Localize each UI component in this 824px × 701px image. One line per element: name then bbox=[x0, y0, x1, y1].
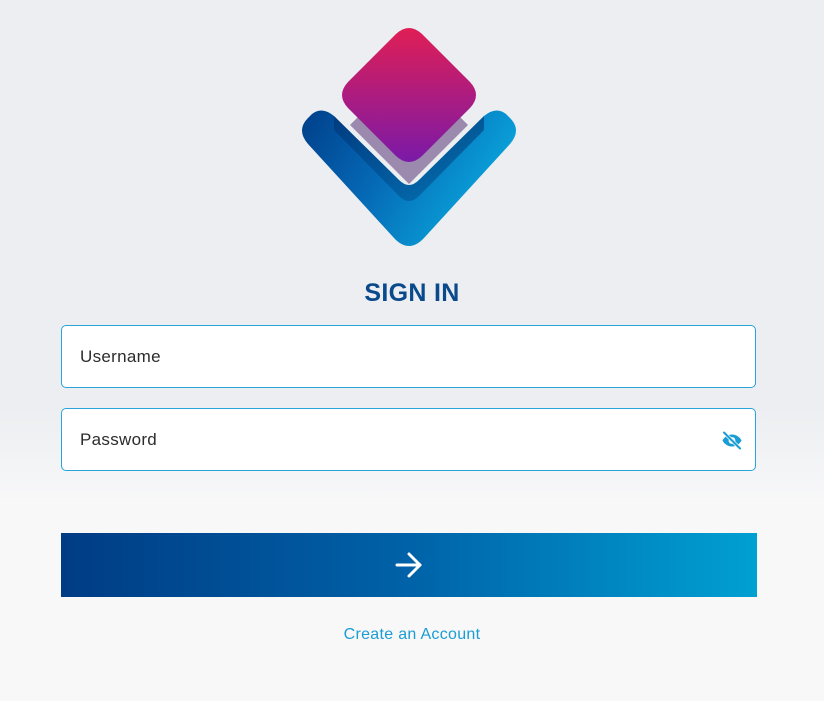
arrow-right-icon bbox=[395, 552, 422, 578]
username-field[interactable] bbox=[61, 325, 756, 388]
brand-logo bbox=[302, 28, 516, 246]
eye-off-icon[interactable] bbox=[720, 428, 744, 452]
password-field[interactable] bbox=[61, 408, 756, 471]
sign-in-button[interactable] bbox=[61, 533, 757, 597]
username-input[interactable] bbox=[80, 326, 720, 387]
password-input[interactable] bbox=[80, 409, 720, 470]
logo-diamond bbox=[342, 28, 476, 162]
create-account-link[interactable]: Create an Account bbox=[0, 626, 824, 644]
page-title: SIGN IN bbox=[364, 279, 460, 307]
